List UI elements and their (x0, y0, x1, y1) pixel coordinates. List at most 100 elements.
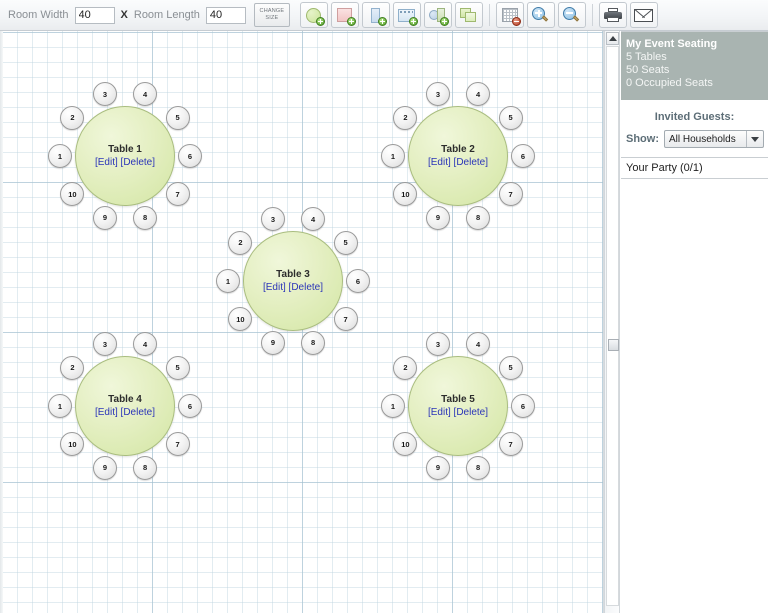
seat[interactable]: 3 (426, 332, 450, 356)
table-delete-link[interactable]: [Delete] (454, 407, 488, 418)
seat[interactable]: 7 (499, 182, 523, 206)
room-length-input[interactable] (206, 7, 246, 24)
table-object[interactable]: 1 2345 6 789 10Table 5[Edit] [Delete] (378, 326, 538, 486)
table-edit-link[interactable]: [Edit] (95, 407, 118, 418)
table-delete-link[interactable]: [Delete] (121, 407, 155, 418)
seat[interactable]: 10 (393, 432, 417, 456)
seat[interactable]: 10 (60, 432, 84, 456)
seats-count: 50 Seats (626, 64, 768, 77)
table-object[interactable]: 1 2345 6 789 10Table 2[Edit] [Delete] (378, 76, 538, 236)
floorplan-canvas[interactable]: 12345678910Table 1[Edit] [Delete]1234567… (0, 31, 604, 613)
zoom-in-button[interactable] (527, 2, 555, 28)
seat[interactable]: 5 (334, 231, 358, 255)
add-rectangle-table-button[interactable] (362, 2, 390, 28)
add-area-button[interactable] (455, 2, 483, 28)
seat[interactable]: 1 (48, 144, 72, 168)
table-delete-link[interactable]: [Delete] (454, 157, 488, 168)
seat[interactable]: 6 (178, 394, 202, 418)
canvas-vertical-scrollbar[interactable] (604, 31, 620, 613)
seat[interactable]: 3 (93, 332, 117, 356)
print-button[interactable] (599, 2, 627, 28)
scroll-up-button[interactable] (606, 32, 619, 45)
table-delete-link[interactable]: [Delete] (121, 157, 155, 168)
table-delete-link[interactable]: [Delete] (289, 282, 323, 293)
seat[interactable]: 1 (381, 144, 405, 168)
table-edit-link[interactable]: [Edit] (95, 157, 118, 168)
seat[interactable]: 10 (60, 182, 84, 206)
seat[interactable]: 9 (93, 206, 117, 230)
table-edit-link[interactable]: [Edit] (263, 282, 286, 293)
seat[interactable]: 4 (466, 332, 490, 356)
table-object[interactable]: 1 2345 6 789 10Table 1[Edit] [Delete] (45, 76, 205, 236)
add-object-button[interactable] (424, 2, 452, 28)
table-object[interactable]: 1 2345 6 789 10Table 3[Edit] [Delete] (213, 201, 373, 361)
seat[interactable]: 6 (178, 144, 202, 168)
chevron-up-icon (609, 36, 617, 41)
seat[interactable]: 6 (511, 144, 535, 168)
seat[interactable]: 9 (261, 331, 285, 355)
seat[interactable]: 2 (393, 106, 417, 130)
table-top[interactable]: Table 5[Edit] [Delete] (408, 356, 508, 456)
seat[interactable]: 9 (93, 456, 117, 480)
seat[interactable]: 6 (346, 269, 370, 293)
table-edit-link[interactable]: [Edit] (428, 407, 451, 418)
seat[interactable]: 4 (133, 332, 157, 356)
seat[interactable]: 6 (511, 394, 535, 418)
zoom-out-button[interactable] (558, 2, 586, 28)
seat[interactable]: 3 (261, 207, 285, 231)
table-actions: [Edit] [Delete] (95, 406, 155, 420)
seat[interactable]: 7 (334, 307, 358, 331)
guest-list: Your Party (0/1) (621, 157, 768, 179)
table-top[interactable]: Table 4[Edit] [Delete] (75, 356, 175, 456)
seat[interactable]: 10 (228, 307, 252, 331)
seat[interactable]: 1 (48, 394, 72, 418)
side-panel-divider (621, 31, 768, 32)
seat[interactable]: 1 (216, 269, 240, 293)
guest-list-item[interactable]: Your Party (0/1) (621, 158, 768, 178)
seat[interactable]: 8 (466, 206, 490, 230)
seat[interactable]: 3 (426, 82, 450, 106)
seat[interactable]: 8 (133, 456, 157, 480)
table-top[interactable]: Table 2[Edit] [Delete] (408, 106, 508, 206)
add-round-table-button[interactable] (300, 2, 328, 28)
seat[interactable]: 8 (133, 206, 157, 230)
seat[interactable]: 3 (93, 82, 117, 106)
event-summary-header: My Event Seating 5 Tables 50 Seats 0 Occ… (621, 31, 768, 100)
seat[interactable]: 9 (426, 456, 450, 480)
seat[interactable]: 4 (301, 207, 325, 231)
seat[interactable]: 5 (166, 106, 190, 130)
household-filter-select[interactable]: All Households (664, 130, 764, 148)
seat[interactable]: 10 (393, 182, 417, 206)
seat[interactable]: 2 (60, 106, 84, 130)
scrollbar-thumb[interactable] (608, 339, 619, 351)
table-top[interactable]: Table 1[Edit] [Delete] (75, 106, 175, 206)
occupied-seats-count: 0 Occupied Seats (626, 77, 768, 90)
seat[interactable]: 5 (166, 356, 190, 380)
zoom-in-icon (532, 7, 549, 23)
email-button[interactable] (630, 2, 658, 28)
scrollbar-track[interactable] (606, 46, 619, 606)
seat[interactable]: 7 (166, 182, 190, 206)
add-head-table-button[interactable] (393, 2, 421, 28)
seat[interactable]: 4 (133, 82, 157, 106)
seat[interactable]: 8 (466, 456, 490, 480)
seat[interactable]: 2 (393, 356, 417, 380)
table-top[interactable]: Table 3[Edit] [Delete] (243, 231, 343, 331)
seat[interactable]: 5 (499, 106, 523, 130)
table-object[interactable]: 1 2345 6 789 10Table 4[Edit] [Delete] (45, 326, 205, 486)
table-edit-link[interactable]: [Edit] (428, 157, 451, 168)
seat[interactable]: 9 (426, 206, 450, 230)
seat[interactable]: 5 (499, 356, 523, 380)
room-width-input[interactable] (75, 7, 115, 24)
table-actions: [Edit] [Delete] (263, 281, 323, 295)
toggle-grid-button[interactable] (496, 2, 524, 28)
seat[interactable]: 1 (381, 394, 405, 418)
seat[interactable]: 4 (466, 82, 490, 106)
add-square-table-button[interactable] (331, 2, 359, 28)
seat[interactable]: 8 (301, 331, 325, 355)
seat[interactable]: 7 (166, 432, 190, 456)
seat[interactable]: 2 (60, 356, 84, 380)
seat[interactable]: 2 (228, 231, 252, 255)
seat[interactable]: 7 (499, 432, 523, 456)
change-size-button[interactable]: CHANGE SIZE (254, 3, 290, 27)
